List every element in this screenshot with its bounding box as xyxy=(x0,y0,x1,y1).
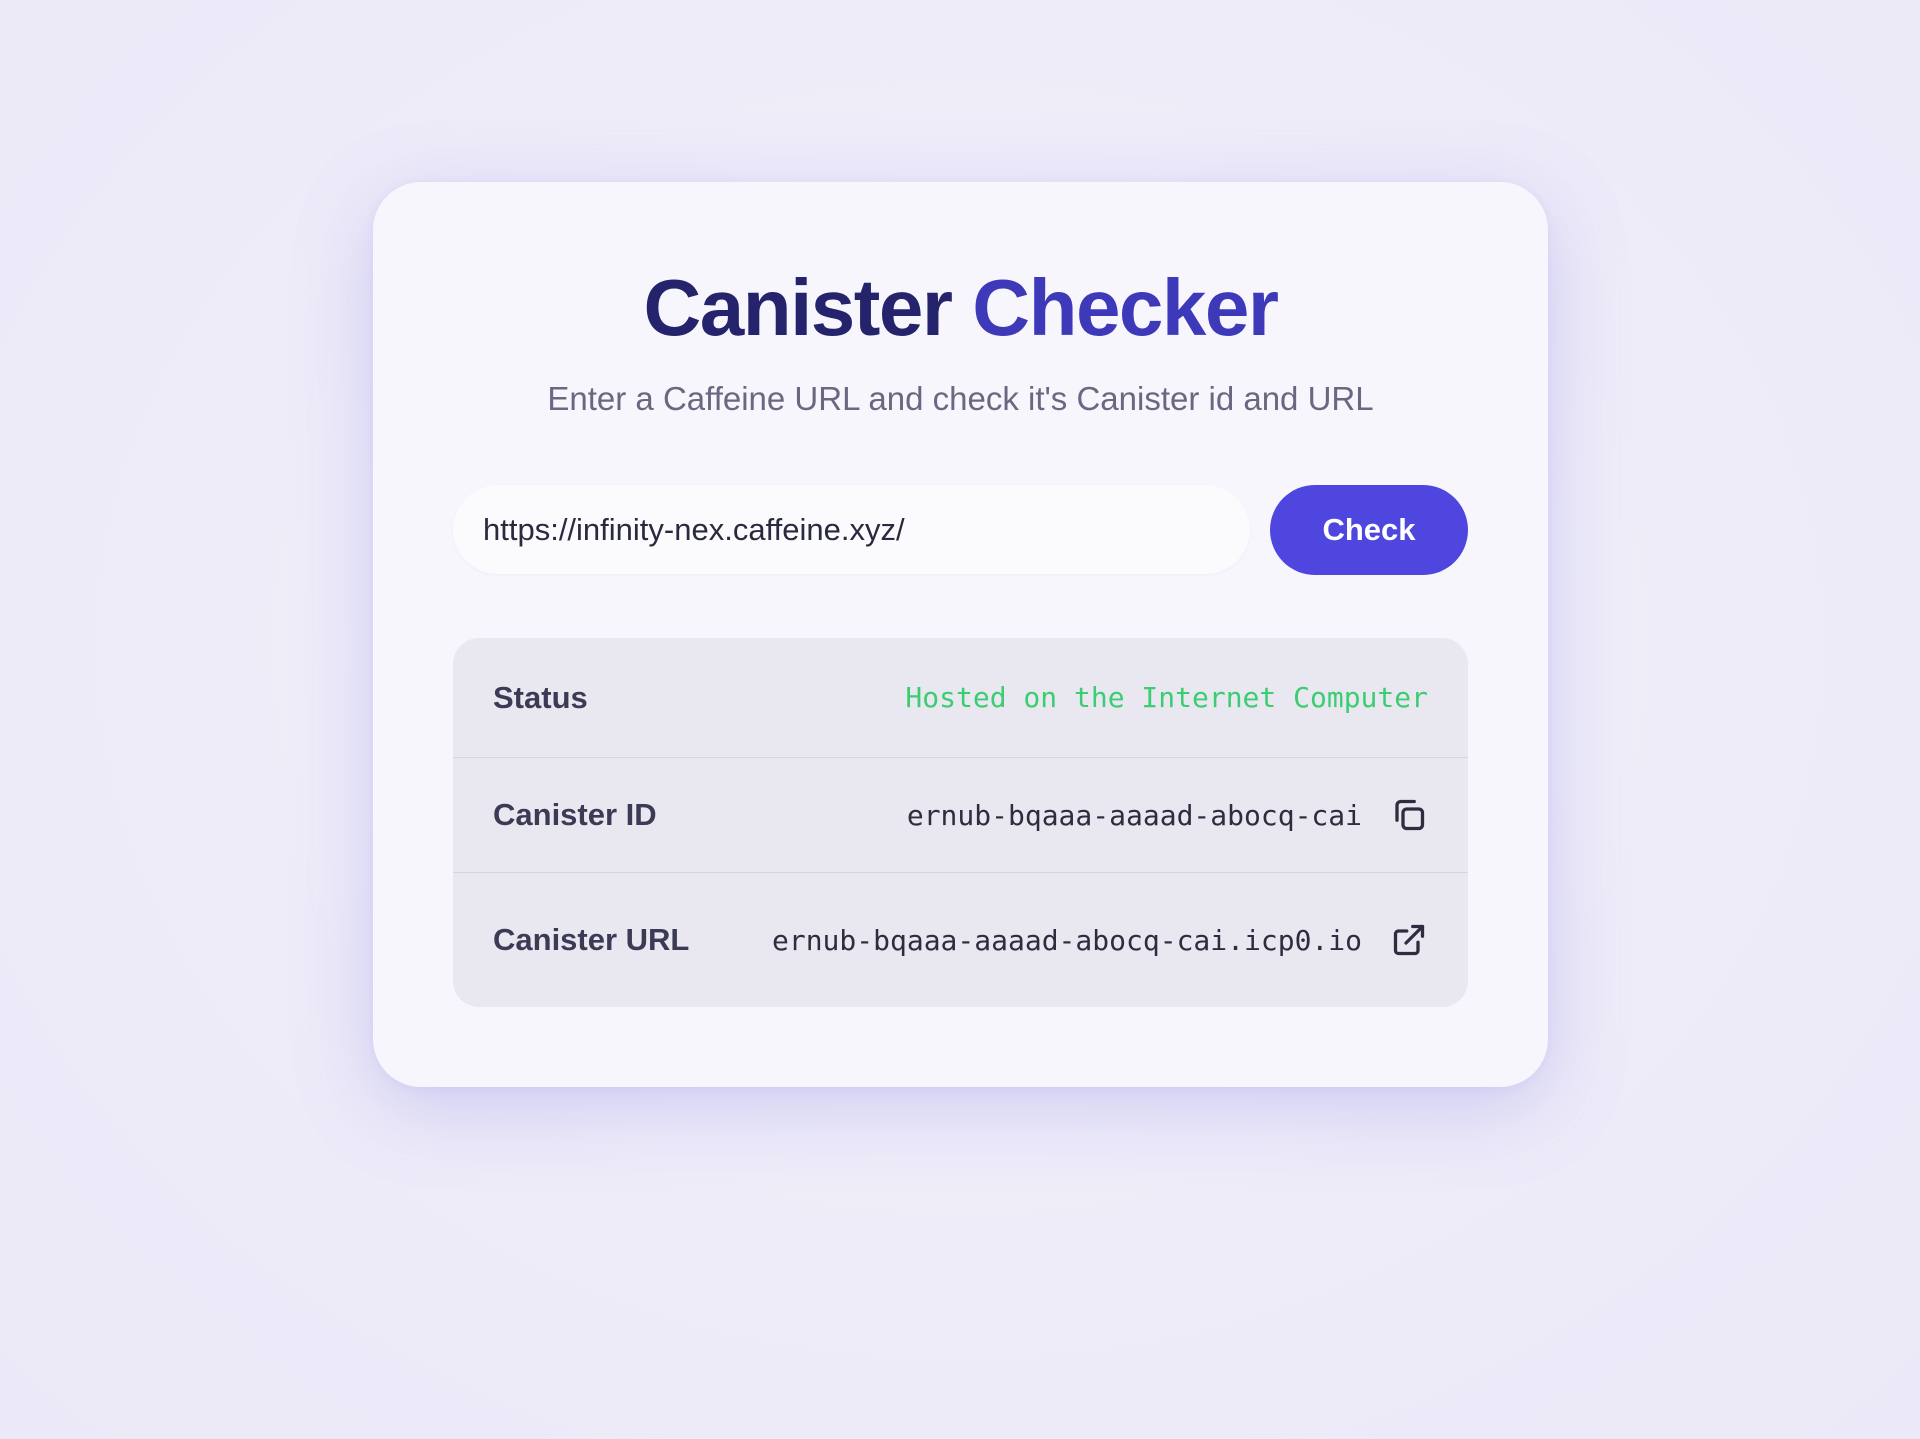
url-input[interactable] xyxy=(453,485,1250,574)
page-subtitle: Enter a Caffeine URL and check it's Cani… xyxy=(547,380,1374,417)
results-panel: Status Hosted on the Internet Computer C… xyxy=(453,638,1468,1007)
page-title: Canister Checker xyxy=(373,262,1548,354)
canister-id-label: Canister ID xyxy=(493,797,657,832)
checker-card: Canister Checker Enter a Caffeine URL an… xyxy=(373,182,1548,1087)
page-title-part2: Checker xyxy=(972,263,1279,352)
status-label: Status xyxy=(493,679,588,715)
check-button[interactable]: Check xyxy=(1270,485,1468,575)
external-link-icon[interactable] xyxy=(1390,921,1428,959)
page-title-part1: Canister xyxy=(643,263,953,352)
status-value: Hosted on the Internet Computer xyxy=(905,681,1428,714)
copy-icon[interactable] xyxy=(1390,796,1428,834)
status-row: Status Hosted on the Internet Computer xyxy=(453,638,1468,758)
canister-url-value[interactable]: ernub-bqaaa-aaaad-abocq-cai.icp0.io xyxy=(772,924,1362,957)
canister-id-row: Canister ID ernub-bqaaa-aaaad-abocq-cai xyxy=(453,758,1468,873)
canister-url-label: Canister URL xyxy=(493,922,690,957)
canister-url-row: Canister URL ernub-bqaaa-aaaad-abocq-cai… xyxy=(453,873,1468,1007)
canister-id-value: ernub-bqaaa-aaaad-abocq-cai xyxy=(906,798,1362,832)
